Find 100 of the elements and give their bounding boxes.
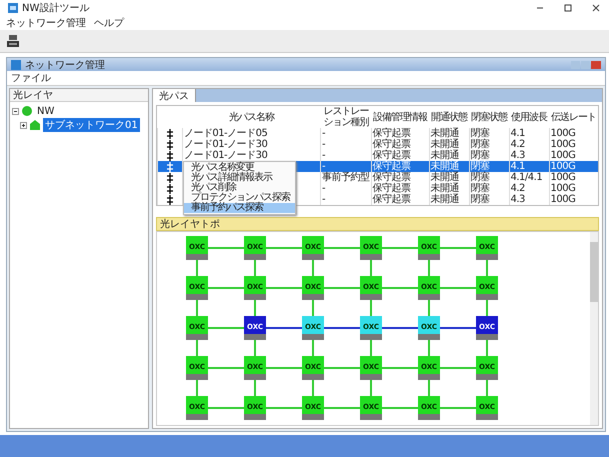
link-line xyxy=(312,380,314,397)
column-header[interactable]: 伝送レート xyxy=(549,106,598,128)
table-cell: 4.3 xyxy=(510,194,525,205)
link-line xyxy=(486,380,488,397)
context-menu-item[interactable]: 光パス削除 xyxy=(184,183,295,193)
column-header[interactable]: 設備管理情報 xyxy=(371,106,429,128)
table-cell: 保守起票 xyxy=(372,139,410,150)
table-cell: 4.2 xyxy=(510,183,525,194)
table-cell: 閉塞 xyxy=(470,128,490,139)
link-line xyxy=(486,340,488,357)
close-icon[interactable] xyxy=(591,3,601,13)
table-cell: - xyxy=(322,183,326,194)
tree-item[interactable]: NW xyxy=(35,106,56,116)
link-line xyxy=(254,340,256,357)
table-cell: 100G xyxy=(550,128,576,139)
link-line xyxy=(370,380,372,397)
table-cell: 未開通 xyxy=(430,128,459,139)
table-cell: 100G xyxy=(550,161,576,172)
table-cell: 未開通 xyxy=(430,194,459,205)
expander-icon[interactable] xyxy=(20,122,27,128)
window-title: NW設計ツール xyxy=(22,2,90,15)
table-cell: 100G xyxy=(550,150,576,161)
link-line xyxy=(312,260,314,277)
table-cell: 未開通 xyxy=(430,172,459,183)
table-cell: 未開通 xyxy=(430,150,459,161)
table-cell: ノード01-ノード30 xyxy=(184,139,268,150)
table-cell: 4.3 xyxy=(510,150,525,161)
link-line xyxy=(196,340,198,357)
link-line xyxy=(428,340,430,357)
context-menu-item[interactable]: プロテクションパス探索 xyxy=(184,193,295,203)
context-menu-item[interactable]: 事前予約パス探索 xyxy=(184,203,295,213)
table-cell: - xyxy=(322,139,326,150)
link-line xyxy=(428,300,430,317)
link-line xyxy=(428,380,430,397)
table-cell: 未開通 xyxy=(430,161,459,172)
link-line xyxy=(312,300,314,317)
link-line xyxy=(254,300,256,317)
path-icon xyxy=(166,150,174,160)
table-cell: 保守起票 xyxy=(372,150,410,161)
path-icon xyxy=(166,184,174,194)
tree-item[interactable]: サブネットワーク01 xyxy=(43,118,140,132)
window-controls-icon[interactable] xyxy=(571,60,601,68)
link-line xyxy=(428,260,430,277)
path-icon xyxy=(166,172,174,182)
link-line xyxy=(254,380,256,397)
link-line xyxy=(312,340,314,357)
table-cell: 閉塞 xyxy=(470,183,490,194)
link-line xyxy=(486,300,488,317)
link-line xyxy=(196,380,198,397)
table-cell: 閉塞 xyxy=(470,161,490,172)
path-icon xyxy=(166,162,174,172)
menu-item[interactable]: ネットワーク管理 xyxy=(6,16,86,30)
table-cell: 100G xyxy=(550,183,576,194)
path-icon xyxy=(166,140,174,150)
panel-title: 光レイヤ xyxy=(13,88,53,102)
column-header[interactable]: 光パス名称 xyxy=(182,106,320,128)
table-cell: 閉塞 xyxy=(470,172,490,183)
context-menu-item[interactable]: 光パス名称変更 xyxy=(184,163,295,173)
table-cell: - xyxy=(322,194,326,205)
column-header[interactable]: 閉塞状態 xyxy=(469,106,509,128)
table-cell: 保守起票 xyxy=(372,128,410,139)
column-header[interactable]: レストレーション種別 xyxy=(320,106,371,128)
table-cell: 4.1/4.1 xyxy=(510,172,542,183)
path-icon xyxy=(166,128,174,138)
link-line xyxy=(196,300,198,317)
table-cell: 事前予約型 xyxy=(322,172,370,183)
tab[interactable]: 光パス xyxy=(153,89,196,102)
expander-icon[interactable] xyxy=(12,108,19,114)
app-icon xyxy=(8,3,18,13)
table-cell: 100G xyxy=(550,139,576,150)
inner-window-title: ネットワーク管理 xyxy=(25,58,105,72)
table-cell: 保守起票 xyxy=(372,194,410,205)
table-cell: 閉塞 xyxy=(470,139,490,150)
window-icon xyxy=(11,60,21,70)
table-cell: 未開通 xyxy=(430,183,459,194)
context-menu-item[interactable]: 光パス詳細情報表示 xyxy=(184,173,295,183)
link-line xyxy=(370,260,372,277)
column-header[interactable]: 開通状態 xyxy=(429,106,469,128)
table-cell: 100G xyxy=(550,172,576,183)
globe-icon xyxy=(22,106,32,116)
menu-item[interactable]: ファイル xyxy=(11,71,51,85)
table-cell: - xyxy=(322,161,326,172)
link-line xyxy=(370,340,372,357)
table-cell: 閉塞 xyxy=(470,194,490,205)
link-line xyxy=(254,260,256,277)
table-cell: 4.1 xyxy=(510,161,525,172)
link-line xyxy=(370,300,372,317)
table-cell: - xyxy=(322,150,326,161)
link-line xyxy=(196,260,198,277)
table-cell: 閉塞 xyxy=(470,150,490,161)
table-cell: 100G xyxy=(550,194,576,205)
table-cell: ノード01-ノード30 xyxy=(184,150,268,161)
column-header[interactable]: 使用波長 xyxy=(509,106,549,128)
menu-item[interactable]: ヘルプ xyxy=(94,16,124,30)
path-icon xyxy=(166,194,174,204)
table-cell: 保守起票 xyxy=(372,172,410,183)
table-cell: 4.1 xyxy=(510,128,525,139)
maximize-icon[interactable] xyxy=(563,3,573,13)
scrollbar[interactable] xyxy=(590,232,598,425)
topology-title: 光レイヤトポ xyxy=(160,218,220,231)
